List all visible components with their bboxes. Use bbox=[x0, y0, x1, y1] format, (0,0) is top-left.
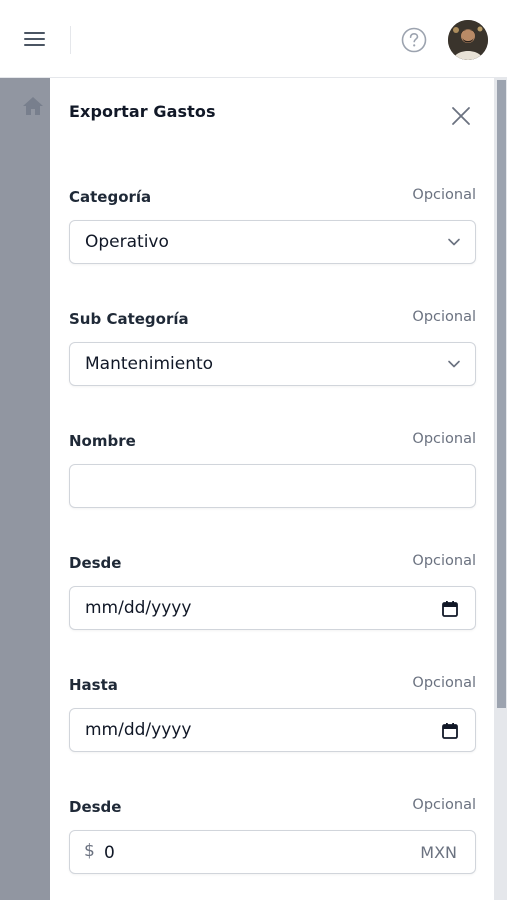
export-expenses-drawer: Exportar Gastos Categoría Opcional Opera… bbox=[50, 78, 494, 900]
amount-from-input[interactable]: $ 0 MXN bbox=[69, 830, 476, 874]
close-icon[interactable] bbox=[450, 105, 472, 127]
selected-value: Mantenimiento bbox=[85, 354, 214, 374]
chevron-down-icon bbox=[448, 360, 460, 368]
scrollbar-thumb[interactable] bbox=[497, 80, 506, 708]
date-to-input[interactable]: mm/dd/yyyy bbox=[69, 708, 476, 752]
top-bar bbox=[0, 0, 507, 78]
field-label: Categoría bbox=[69, 188, 152, 206]
optional-label: Opcional bbox=[412, 797, 476, 813]
optional-label: Opcional bbox=[412, 553, 476, 569]
calendar-icon[interactable] bbox=[441, 600, 459, 618]
calendar-icon[interactable] bbox=[441, 722, 459, 740]
field-label: Sub Categoría bbox=[69, 310, 189, 328]
drawer-title: Exportar Gastos bbox=[69, 102, 216, 121]
field-label: Nombre bbox=[69, 432, 136, 450]
subcategory-select[interactable]: Mantenimiento bbox=[69, 342, 476, 386]
user-avatar[interactable] bbox=[448, 20, 488, 60]
optional-label: Opcional bbox=[412, 675, 476, 691]
amount-value: 0 bbox=[104, 843, 115, 863]
optional-label: Opcional bbox=[412, 431, 476, 447]
topbar-divider bbox=[70, 26, 71, 54]
date-from-input[interactable]: mm/dd/yyyy bbox=[69, 586, 476, 630]
hamburger-menu-icon[interactable] bbox=[22, 28, 48, 50]
category-select[interactable]: Operativo bbox=[69, 220, 476, 264]
currency-suffix: MXN bbox=[420, 843, 457, 862]
name-input[interactable] bbox=[69, 464, 476, 508]
help-circle-icon[interactable] bbox=[401, 27, 427, 53]
field-label: Hasta bbox=[69, 676, 118, 694]
field-label: Desde bbox=[69, 798, 122, 816]
chevron-down-icon bbox=[448, 238, 460, 246]
field-label: Desde bbox=[69, 554, 122, 572]
optional-label: Opcional bbox=[412, 309, 476, 325]
date-placeholder: mm/dd/yyyy bbox=[85, 598, 192, 618]
optional-label: Opcional bbox=[412, 187, 476, 203]
currency-prefix: $ bbox=[84, 841, 95, 861]
date-placeholder: mm/dd/yyyy bbox=[85, 720, 192, 740]
selected-value: Operativo bbox=[85, 232, 169, 252]
